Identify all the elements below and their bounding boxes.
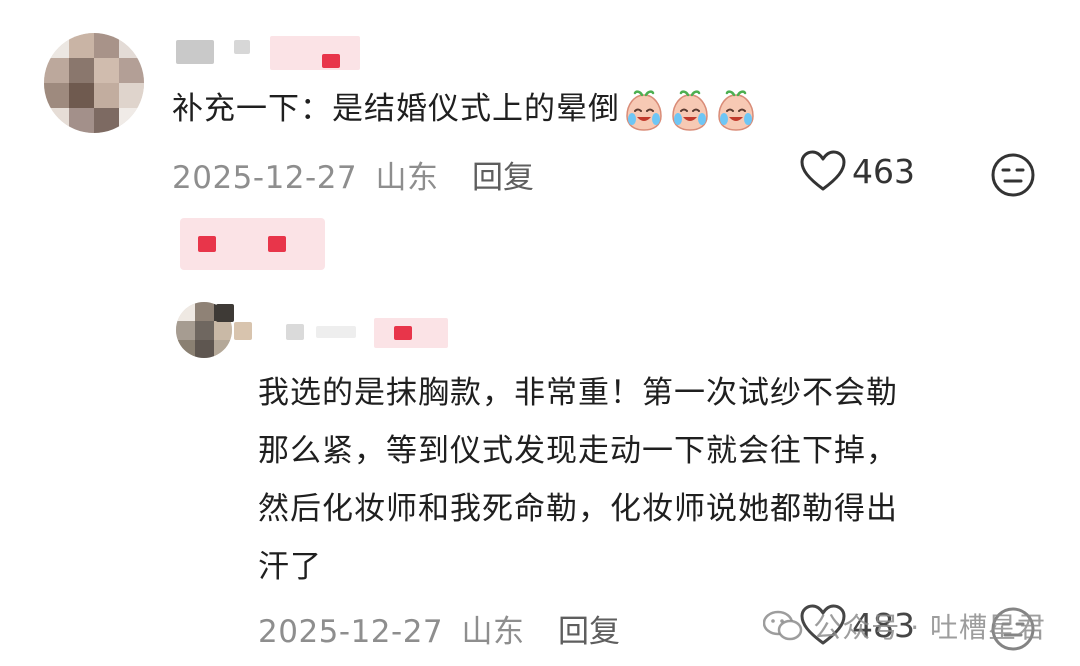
crying-emoji-icon <box>620 89 758 131</box>
avatar-blur-side-2 <box>216 304 252 342</box>
watermark-text: 公众号 · 吐槽星君 <box>813 611 1046 644</box>
comment-text-1-body: 补充一下：是结婚仪式上的晕倒 <box>172 91 620 127</box>
blurred-content-strip <box>180 218 325 270</box>
comment-text-2: 我选的是抹胸款，非常重！第一次试纱不会勒 那么紧，等到仪式发现走动一下就会往下掉… <box>258 364 898 596</box>
reply-button-2[interactable]: 回复 <box>558 606 620 651</box>
wechat-logo-icon <box>763 609 803 643</box>
comment-text-2-line: 那么紧，等到仪式发现走动一下就会往下掉， <box>258 433 898 469</box>
wechat-watermark: 公众号 · 吐槽星君 <box>763 606 1046 646</box>
comment-text-2-line: 然后化妆师和我死命勒，化妆师说她都勒得出 <box>258 491 898 527</box>
heart-icon <box>800 150 846 192</box>
like-count-1: 463 <box>852 151 915 191</box>
comment-date-2: 2025-12-27 <box>258 614 444 650</box>
reply-button-1[interactable]: 回复 <box>472 152 534 197</box>
crying-laughing-emoji-icon <box>712 89 758 131</box>
comment-meta-2: 2025-12-27 山东 <box>258 606 525 651</box>
username-blur-2[interactable] <box>282 318 452 348</box>
like-button-1[interactable]: 463 <box>800 150 915 192</box>
comment-location-1: 山东 <box>375 160 439 196</box>
username-blur-1[interactable] <box>176 36 366 72</box>
crying-laughing-emoji-icon <box>666 89 712 131</box>
comment-text-2-line: 汗了 <box>258 549 322 585</box>
comment-date-1: 2025-12-27 <box>172 160 358 196</box>
comment-meta-1: 2025-12-27 山东 <box>172 152 439 197</box>
avatar-commenter-1[interactable] <box>44 33 144 133</box>
comment-text-1: 补充一下：是结婚仪式上的晕倒 <box>172 88 758 133</box>
dislike-face-icon[interactable] <box>990 152 1036 198</box>
comment-text-2-line: 我选的是抹胸款，非常重！第一次试纱不会勒 <box>258 375 898 411</box>
comment-location-2: 山东 <box>461 614 525 650</box>
crying-laughing-emoji-icon <box>620 89 666 131</box>
